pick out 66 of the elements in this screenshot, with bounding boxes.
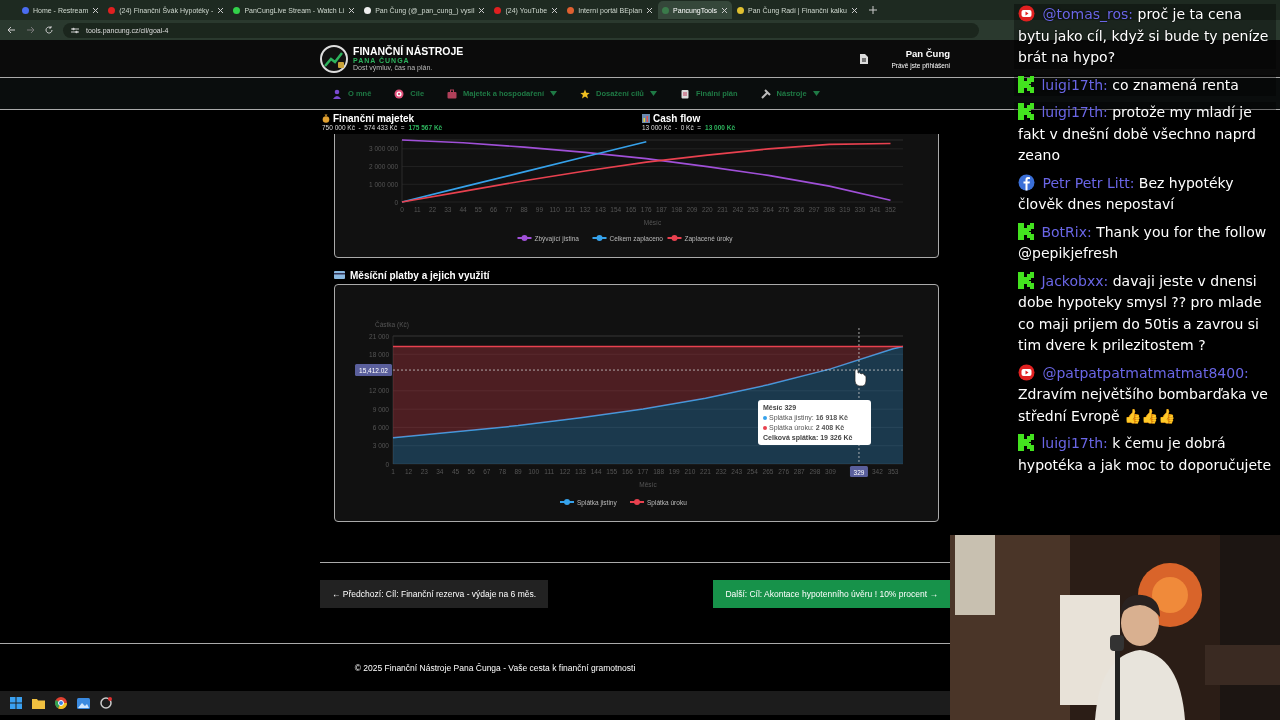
favicon-icon: [22, 6, 29, 14]
footer-text: © 2025 Finanční Nástroje Pana Čunga - Vaše cesta k finanční gramotnosti: [354, 662, 636, 673]
favicon-icon: [737, 6, 745, 14]
series-dot: [763, 415, 767, 420]
chevron-block-icon: [1018, 75, 1034, 93]
close-icon[interactable]: [850, 6, 858, 14]
close-icon[interactable]: [217, 6, 225, 14]
photos-icon[interactable]: [77, 697, 90, 709]
chart-icon: [642, 114, 650, 123]
close-icon[interactable]: [92, 6, 100, 14]
caret-icon: [812, 91, 820, 96]
tools-icon: [760, 88, 771, 99]
caret-icon: [649, 91, 657, 96]
briefcase-icon: [447, 88, 458, 99]
summary-title: Cash flow: [653, 113, 701, 124]
play-button-icon: [1018, 5, 1035, 22]
site-settings-icon[interactable]: [71, 26, 79, 34]
target-icon: [394, 88, 405, 99]
legend-marker: [629, 499, 645, 505]
favicon-icon: [494, 6, 502, 14]
favicon-icon: [662, 6, 670, 14]
series-dot: [763, 425, 767, 430]
back-icon[interactable]: [7, 26, 16, 34]
caret-icon: [549, 91, 557, 96]
folder-icon[interactable]: [32, 697, 45, 709]
clipboard-icon: [679, 88, 690, 99]
close-icon[interactable]: [646, 6, 654, 14]
money-bag-icon: [322, 114, 330, 123]
close-icon[interactable]: [551, 6, 559, 14]
document-icon[interactable]: [859, 52, 870, 65]
favicon-icon: [364, 6, 372, 14]
chevron-block-icon: [1018, 434, 1034, 451]
legend-marker: [559, 499, 575, 505]
browser-icon[interactable]: [55, 697, 67, 709]
legend-marker: [591, 235, 608, 241]
start-icon[interactable]: [10, 697, 22, 709]
favicon-icon: [233, 6, 241, 14]
logo-icon[interactable]: [320, 44, 348, 73]
round-badge-icon: [1018, 173, 1035, 191]
person-icon: [332, 88, 342, 99]
site-title: FINANČNÍ NÁSTROJE: [353, 45, 464, 57]
close-icon[interactable]: [348, 6, 356, 14]
section-title: Měsíční platby a jejich využití: [350, 269, 490, 281]
star-icon: [579, 88, 590, 99]
play-button-icon: [1018, 363, 1035, 381]
reload-icon[interactable]: [45, 26, 53, 34]
legend-marker: [516, 235, 533, 241]
close-icon[interactable]: [721, 6, 729, 14]
summary-title: Finanční majetek: [333, 113, 415, 124]
forward-icon[interactable]: [26, 26, 35, 34]
new-tab-icon[interactable]: [868, 6, 877, 14]
app-icon[interactable]: [100, 697, 112, 709]
favicon-icon: [108, 6, 116, 14]
card-icon: [334, 271, 345, 279]
chevron-block-icon: [1018, 271, 1034, 289]
chevron-block-icon: [1018, 103, 1034, 120]
user-name: Pan Čung: [905, 48, 950, 59]
chevron-block-icon: [1018, 222, 1034, 240]
next-button[interactable]: Další: Cíl: Akontace hypotenního úvěru ! 10% procent →: [713, 580, 950, 608]
hand-cursor-icon: [854, 368, 867, 387]
close-icon[interactable]: [478, 6, 486, 14]
favicon-icon: [567, 6, 575, 14]
legend-marker: [666, 235, 683, 241]
chat-message: luigi17th: co znamená renta: [1014, 74, 1276, 96]
previous-button[interactable]: ← Předchozí: Cíl: Finanční rezerva - výdaje na 6 měs.: [320, 580, 549, 608]
chat-message: @tomas_ros: proč je ta cena bytu jako cíl, když si bude ty peníze brát na hypo?: [1014, 4, 1276, 69]
